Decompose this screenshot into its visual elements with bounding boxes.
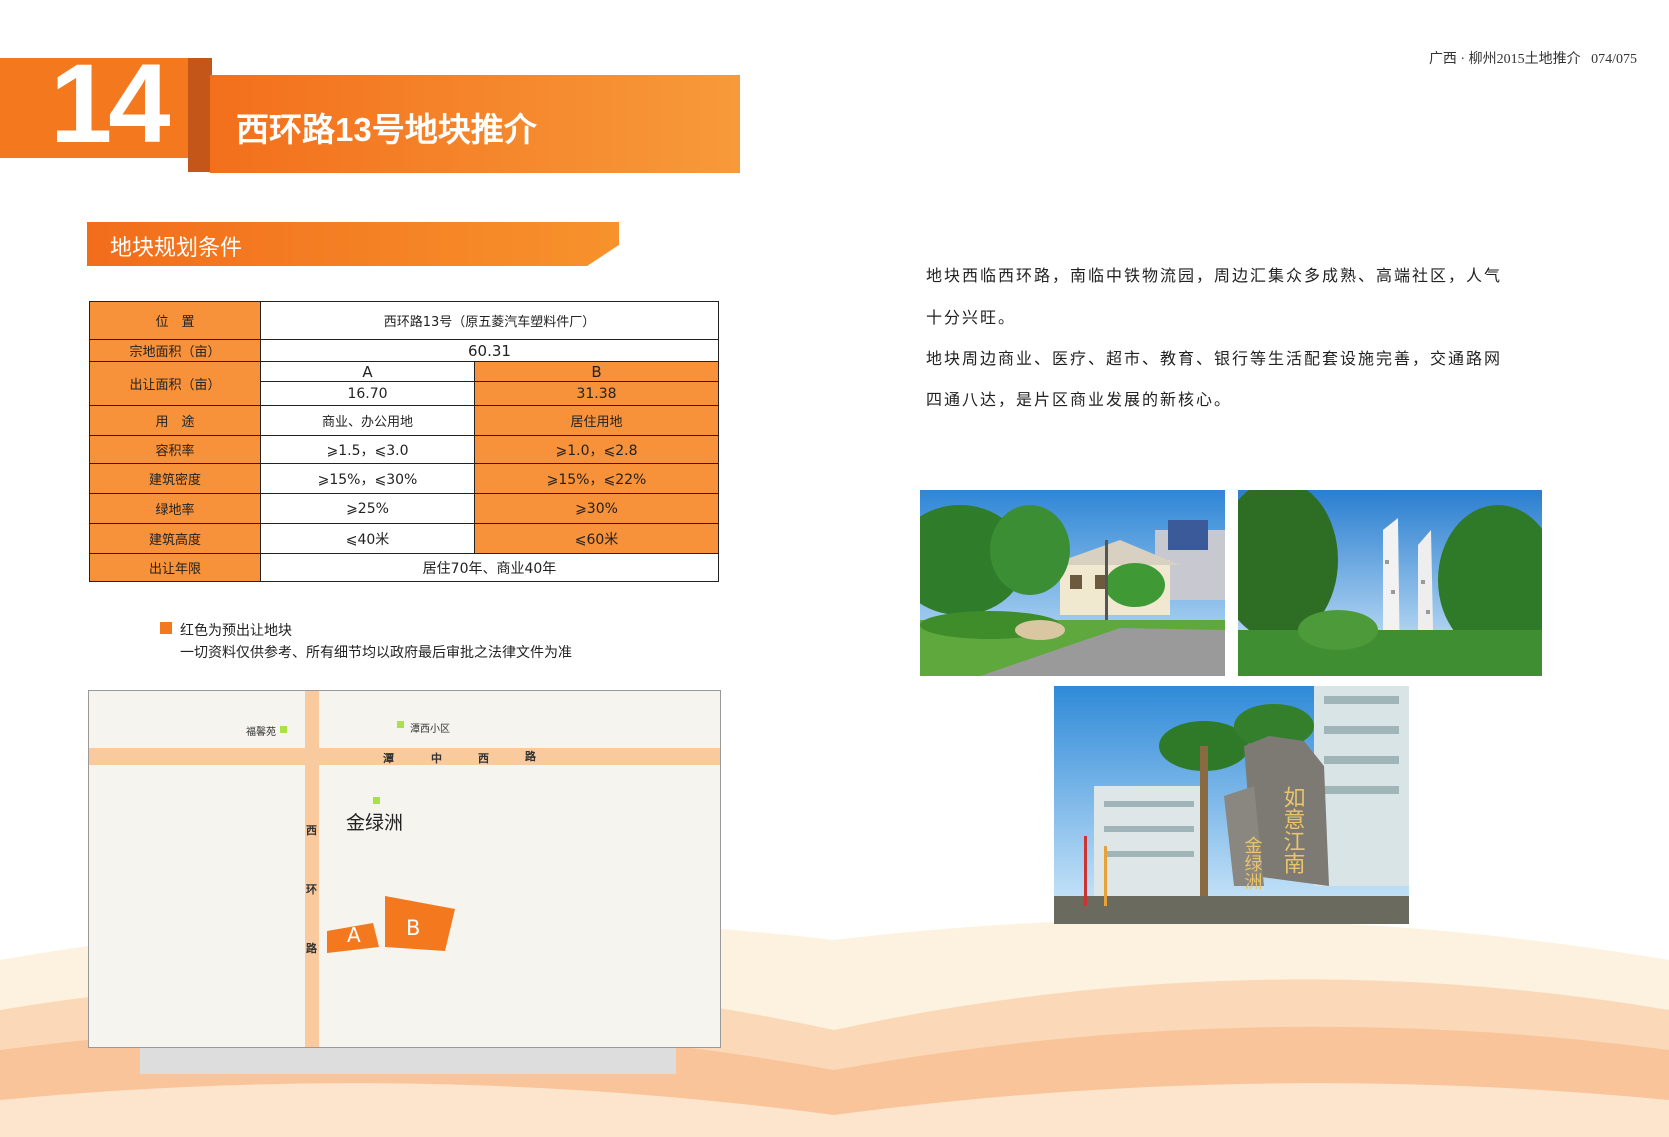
table-cell-b: ⩾30% [474, 493, 719, 524]
table-row-label: 建筑高度 [89, 523, 261, 554]
legend-swatch [160, 622, 172, 634]
description-line: 地块西临西环路，南临中铁物流园，周边汇集众多成熟、高端社区，人气 [926, 266, 1503, 285]
stone-inscription: 金绿洲 [1242, 836, 1263, 890]
table-cell-a: ⩽40米 [260, 523, 475, 554]
table-cell-b: 居住用地 [474, 405, 719, 436]
column-b-header: B [474, 361, 719, 382]
location-label: 位 置 [89, 301, 261, 340]
table-row-label: 绿地率 [89, 493, 261, 524]
transfer-area-label: 出让面积（亩） [89, 361, 261, 406]
table-cell-b: ⩾15%，⩽22% [474, 463, 719, 494]
location-map: 福馨苑 潭西小区 潭 中 西 路 西 环 路 金绿洲 A B [88, 690, 721, 1048]
disclaimer-text: 一切资料仅供参考、所有细节均以政府最后审批之法律文件为准 [180, 645, 572, 661]
table-cell-b: ⩽60米 [474, 523, 719, 554]
page-title: 西环路13号地块推介 [236, 111, 537, 148]
table-row-label: 容积率 [89, 435, 261, 464]
table-row-label: 用 途 [89, 405, 261, 436]
description-line: 地块周边商业、医疗、超市、教育、银行等生活配套设施完善，交通路网 [926, 349, 1503, 368]
plot-b-label: B [406, 916, 421, 940]
area-a: 16.70 [260, 381, 475, 406]
location-value: 西环路13号（原五菱汽车塑料件厂） [260, 301, 719, 340]
table-cell-a: 商业、办公用地 [260, 405, 475, 436]
tower-sculpture-photo [1238, 490, 1542, 676]
legend-text: 红色为预出让地块 [180, 623, 292, 639]
plot-a-label: A [347, 923, 361, 947]
planning-table: 位 置 西环路13号（原五菱汽车塑料件厂） 宗地面积（亩） 60.31 出让面积… [89, 301, 719, 582]
column-a-header: A [260, 361, 475, 382]
total-area-label: 宗地面积（亩） [89, 339, 261, 362]
term-label: 出让年限 [89, 553, 261, 582]
number-tab-fold [188, 58, 212, 172]
entrance-stone-photo: 如意江南 金绿洲 [1054, 686, 1409, 924]
section-title: 地块规划条件 [110, 236, 243, 261]
table-cell-a: ⩾1.5，⩽3.0 [260, 435, 475, 464]
description-line: 四通八达，是片区商业发展的新核心。 [926, 390, 1233, 409]
table-cell-b: ⩾1.0，⩽2.8 [474, 435, 719, 464]
area-b: 31.38 [474, 381, 719, 406]
table-cell-a: ⩾15%，⩽30% [260, 463, 475, 494]
table-row-label: 建筑密度 [89, 463, 261, 494]
plot-shapes [327, 896, 455, 953]
description-line: 十分兴旺。 [926, 308, 1017, 327]
stone-inscription: 如意江南 [1280, 786, 1306, 874]
term-value: 居住70年、商业40年 [260, 553, 719, 582]
chapter-number: 14 [50, 41, 171, 166]
page-reference: 广西 · 柳州2015土地推介 074/075 [1428, 52, 1637, 67]
villa-street-photo [920, 490, 1225, 676]
table-cell-a: ⩾25% [260, 493, 475, 524]
total-area-value: 60.31 [260, 339, 719, 362]
